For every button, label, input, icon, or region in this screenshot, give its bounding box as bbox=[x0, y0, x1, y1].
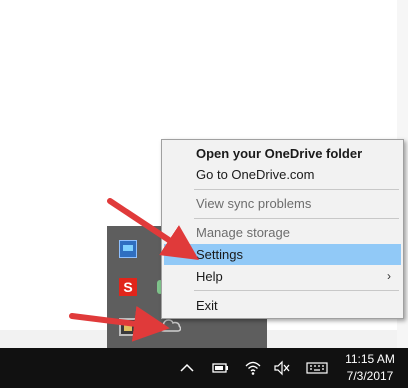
taskbar: 11:15 AM 7/3/2017 bbox=[0, 348, 408, 388]
clock-date[interactable]: 7/3/2017 bbox=[342, 369, 398, 383]
wifi-icon[interactable] bbox=[244, 360, 262, 376]
volume-muted-icon[interactable] bbox=[273, 360, 291, 376]
chevron-up-icon[interactable] bbox=[178, 360, 196, 376]
battery-icon[interactable] bbox=[212, 360, 230, 376]
arrow-to-settings bbox=[107, 198, 200, 260]
clock-time[interactable]: 11:15 AM bbox=[342, 352, 398, 366]
annotation-arrows bbox=[69, 198, 200, 342]
keyboard-icon[interactable] bbox=[306, 360, 328, 376]
arrow-to-onedrive-icon bbox=[69, 305, 170, 342]
